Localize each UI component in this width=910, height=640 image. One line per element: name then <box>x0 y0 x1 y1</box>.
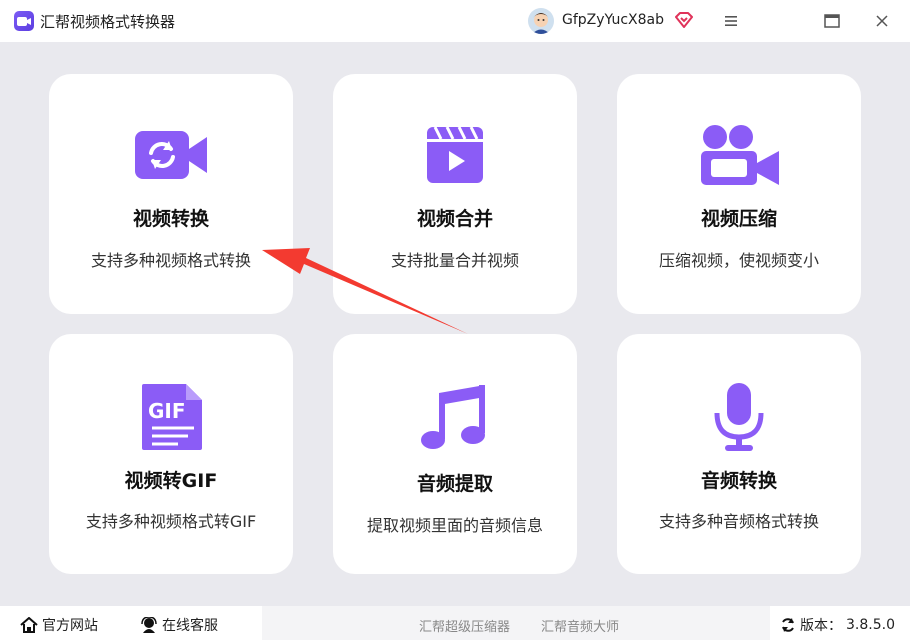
video-compress-icon <box>617 120 861 190</box>
card-video-to-gif[interactable]: GIF 视频转GIF 支持多种视频格式转GIF <box>49 334 293 574</box>
promo-link-compressor[interactable]: 汇帮超级压缩器 <box>419 616 510 635</box>
card-title: 音频转换 <box>700 470 777 492</box>
version-label: 版本： <box>800 618 842 634</box>
close-icon[interactable] <box>875 13 889 32</box>
card-description: 支持多种视频格式转换 <box>90 251 251 270</box>
card-title: 音频提取 <box>416 473 493 495</box>
footer-bar: 官方网站 在线客服 汇帮超级压缩器 汇帮音频大师 版本： 3.8.5.0 <box>0 606 910 640</box>
online-support-link[interactable]: 在线客服 <box>140 615 218 635</box>
maximize-icon[interactable] <box>824 13 840 32</box>
user-avatar[interactable] <box>528 8 554 34</box>
video-convert-icon <box>49 120 293 190</box>
version-info[interactable]: 版本： 3.8.5.0 <box>780 615 895 635</box>
svg-text:GIF: GIF <box>148 399 186 423</box>
version-number: 3.8.5.0 <box>846 617 895 633</box>
card-description: 支持批量合并视频 <box>390 251 519 270</box>
card-description: 压缩视频，使视频变小 <box>658 251 819 270</box>
microphone-icon <box>617 382 861 452</box>
app-title: 汇帮视频格式转换器 <box>40 13 176 31</box>
official-website-label: 官方网站 <box>42 618 98 634</box>
card-description: 提取视频里面的音频信息 <box>366 516 543 535</box>
video-merge-icon <box>333 120 577 190</box>
card-audio-convert[interactable]: 音频转换 支持多种音频格式转换 <box>617 334 861 574</box>
refresh-icon <box>782 618 794 632</box>
card-audio-extract[interactable]: 音频提取 提取视频里面的音频信息 <box>333 334 577 574</box>
card-title: 视频转GIF <box>124 470 218 492</box>
headset-icon <box>141 617 157 633</box>
music-note-icon <box>333 382 577 452</box>
app-logo-icon <box>14 11 34 31</box>
card-video-merge[interactable]: 视频合并 支持批量合并视频 <box>333 74 577 314</box>
card-description: 支持多种音频格式转换 <box>658 512 819 531</box>
home-icon <box>20 617 38 633</box>
username[interactable]: GfpZyYucX8ab <box>562 12 664 28</box>
promo-link-audio[interactable]: 汇帮音频大师 <box>541 616 619 635</box>
card-title: 视频转换 <box>132 208 209 230</box>
vip-diamond-icon[interactable] <box>675 11 693 33</box>
card-title: 视频合并 <box>416 208 493 230</box>
official-website-link[interactable]: 官方网站 <box>20 615 98 635</box>
card-title: 视频压缩 <box>700 208 777 230</box>
gif-icon: GIF <box>49 382 293 452</box>
card-video-convert[interactable]: 视频转换 支持多种视频格式转换 <box>49 74 293 314</box>
online-support-label: 在线客服 <box>162 618 218 634</box>
menu-icon[interactable] <box>724 13 738 32</box>
card-video-compress[interactable]: 视频压缩 压缩视频，使视频变小 <box>617 74 861 314</box>
title-bar: 汇帮视频格式转换器 GfpZyYucX8ab <box>0 0 910 42</box>
card-description: 支持多种视频格式转GIF <box>85 512 257 531</box>
